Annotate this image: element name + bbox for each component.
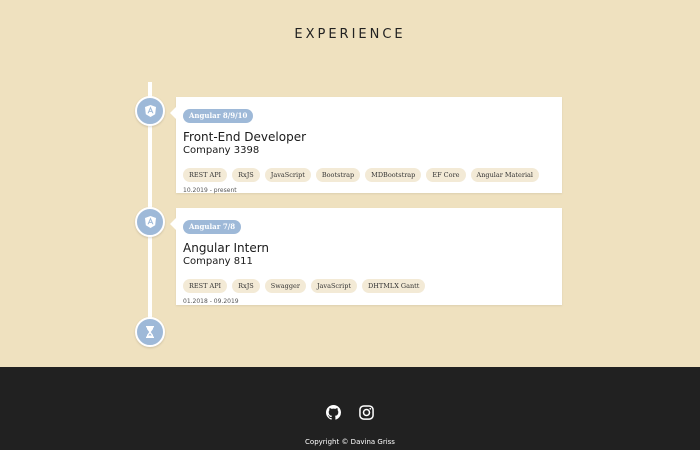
period: 01.2018 - 09.2019 xyxy=(183,298,239,305)
skill-tag: Bootstrap xyxy=(315,168,361,182)
footer: Copyright © Davina Griss xyxy=(0,367,700,450)
angular-node xyxy=(135,207,165,237)
skill-tag: RxJS xyxy=(232,168,260,182)
github-icon[interactable] xyxy=(326,405,341,420)
company-name: Company 3398 xyxy=(183,145,260,156)
experience-card: Angular 8/9/10 Front-End Developer Compa… xyxy=(170,97,562,194)
skill-tag: RxJS xyxy=(232,279,260,293)
skill-tag: DHTMLX Gantt xyxy=(362,279,426,293)
tag-list: REST API RxJS Swagger JavaScript DHTMLX … xyxy=(183,279,555,293)
skill-tag: REST API xyxy=(183,168,228,182)
job-title: Front-End Developer xyxy=(183,130,307,144)
section-title: EXPERIENCE xyxy=(294,27,406,42)
skill-tag: Swagger xyxy=(264,279,306,293)
skill-tag: EF Core xyxy=(426,168,466,182)
tag-list: REST API RxJS JavaScript Bootstrap MDBoo… xyxy=(183,168,555,182)
timeline-end-node xyxy=(135,317,165,347)
skill-tag: JavaScript xyxy=(264,168,311,182)
skill-tag: JavaScript xyxy=(310,279,358,293)
skill-tag: REST API xyxy=(183,279,228,293)
hourglass-icon xyxy=(146,326,154,338)
copyright-text: Copyright © Davina Griss xyxy=(305,438,395,446)
experience-card: Angular 7/8 Angular Intern Company 811 R… xyxy=(170,208,562,305)
skill-tag: MDBootstrap xyxy=(365,168,422,182)
angular-icon xyxy=(144,105,156,117)
job-title: Angular Intern xyxy=(183,241,270,255)
period: 10.2019 - present xyxy=(183,187,237,194)
skill-tag: Angular Material xyxy=(470,168,540,182)
tech-badge: Angular 7/8 xyxy=(183,220,242,234)
instagram-icon[interactable] xyxy=(359,405,374,420)
angular-icon xyxy=(144,216,156,228)
angular-node xyxy=(135,96,165,126)
tech-badge: Angular 8/9/10 xyxy=(183,109,254,123)
company-name: Company 811 xyxy=(183,256,253,267)
social-links xyxy=(0,405,700,420)
